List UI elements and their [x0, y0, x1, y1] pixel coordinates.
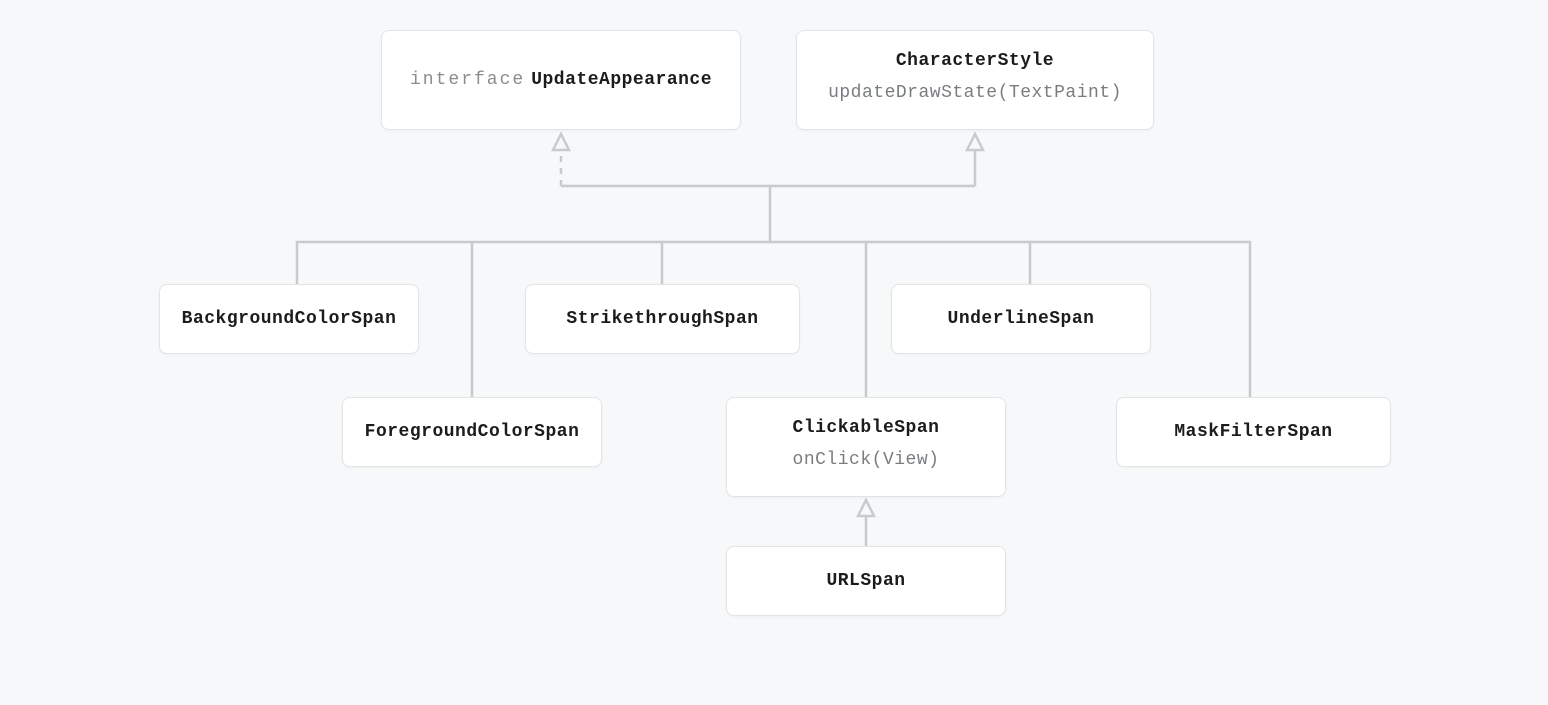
class-name: StrikethroughSpan — [566, 309, 758, 329]
class-name: ForegroundColorSpan — [365, 422, 580, 442]
node-character-style: CharacterStyle updateDrawState(TextPaint… — [796, 30, 1154, 130]
class-name: ClickableSpan — [757, 418, 975, 438]
class-name: URLSpan — [826, 571, 905, 591]
node-background-color-span: BackgroundColorSpan — [159, 284, 419, 354]
class-name: CharacterStyle — [827, 51, 1123, 71]
node-underline-span: UnderlineSpan — [891, 284, 1151, 354]
method-signature: onClick(View) — [757, 450, 975, 470]
method-signature: updateDrawState(TextPaint) — [827, 83, 1123, 103]
class-name: MaskFilterSpan — [1174, 422, 1332, 442]
keyword-interface: interface — [410, 70, 525, 90]
node-clickable-span: ClickableSpan onClick(View) — [726, 397, 1006, 497]
node-title: interface UpdateAppearance — [410, 70, 712, 90]
class-name: UnderlineSpan — [948, 309, 1095, 329]
class-name: BackgroundColorSpan — [182, 309, 397, 329]
node-foreground-color-span: ForegroundColorSpan — [342, 397, 602, 467]
node-strikethrough-span: StrikethroughSpan — [525, 284, 800, 354]
node-url-span: URLSpan — [726, 546, 1006, 616]
node-update-appearance: interface UpdateAppearance — [381, 30, 741, 130]
node-mask-filter-span: MaskFilterSpan — [1116, 397, 1391, 467]
class-name: UpdateAppearance — [531, 70, 712, 90]
